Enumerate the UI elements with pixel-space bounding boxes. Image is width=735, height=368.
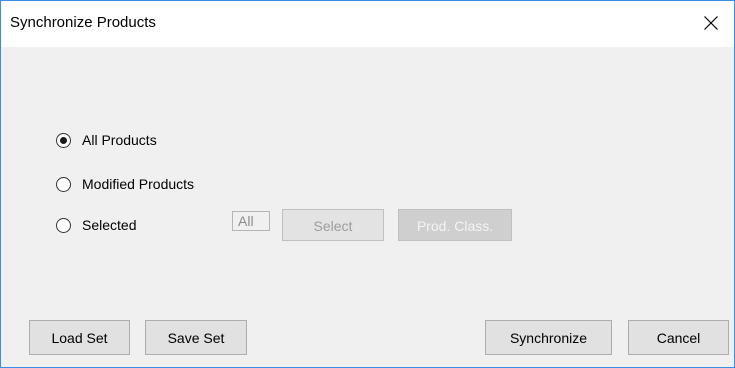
radio-selected-label: Selected — [82, 217, 137, 233]
cancel-button[interactable]: Cancel — [628, 320, 729, 355]
radio-selected-indicator[interactable] — [56, 217, 71, 233]
save-set-button[interactable]: Save Set — [145, 320, 247, 355]
prod-class-button[interactable]: Prod. Class. — [398, 209, 512, 241]
synchronize-button[interactable]: Synchronize — [485, 320, 612, 355]
close-icon — [704, 16, 718, 30]
selection-field: All — [232, 211, 270, 231]
title-bar: Synchronize Products — [1, 1, 734, 47]
window-title: Synchronize Products — [10, 14, 156, 31]
radio-modified-products-indicator[interactable] — [56, 176, 71, 192]
load-set-button[interactable]: Load Set — [29, 320, 130, 355]
radio-all-products-label: All Products — [82, 132, 157, 148]
select-button[interactable]: Select — [282, 209, 384, 241]
radio-selected[interactable]: Selected — [56, 214, 136, 236]
radio-modified-products[interactable]: Modified Products — [56, 173, 194, 195]
synchronize-products-dialog: Synchronize Products All Products Modifi… — [0, 0, 735, 368]
close-button[interactable] — [688, 1, 734, 47]
radio-modified-products-label: Modified Products — [82, 176, 195, 192]
radio-all-products-indicator[interactable] — [56, 132, 71, 148]
radio-all-products[interactable]: All Products — [56, 129, 157, 151]
